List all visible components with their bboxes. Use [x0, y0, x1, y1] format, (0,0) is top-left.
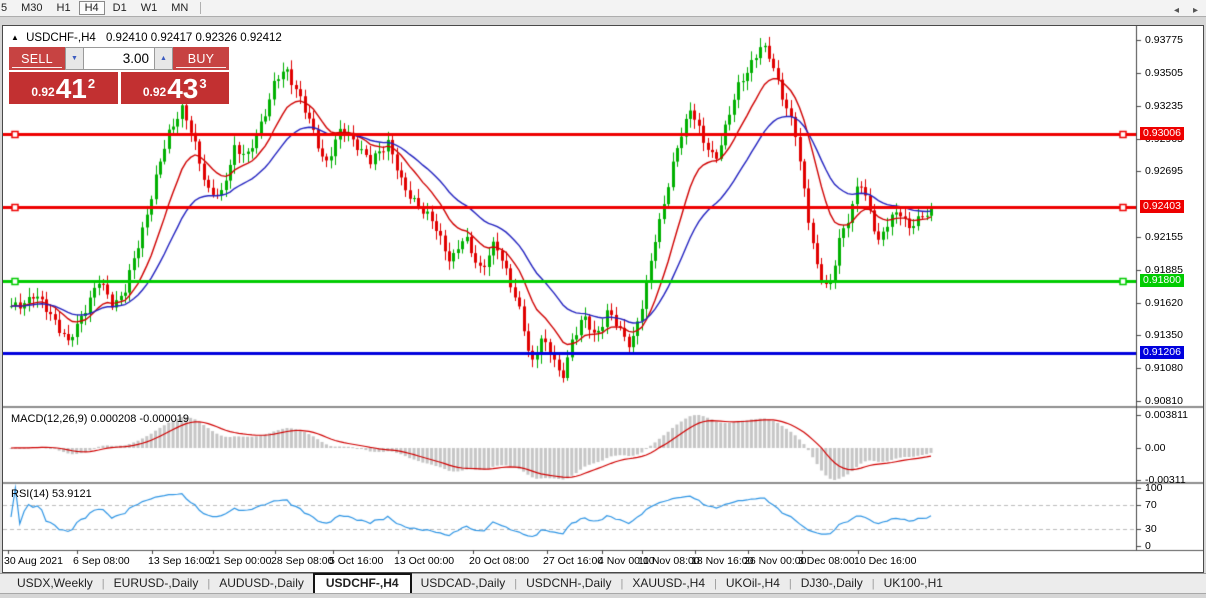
- time-axis-label: 21 Sep 00:00: [209, 555, 272, 567]
- toolbar-separator: [200, 2, 202, 14]
- time-axis-label: 30 Aug 2021: [4, 555, 63, 567]
- rsi-axis-label: 30: [1145, 522, 1157, 535]
- chart-tab-ukoil-h4[interactable]: UKOil-,H4: [717, 574, 789, 593]
- volume-down-icon: ▼: [71, 55, 78, 62]
- timeframe-button-w1[interactable]: W1: [135, 1, 164, 15]
- chart-tab-audusd-daily[interactable]: AUDUSD-,Daily: [210, 574, 313, 593]
- sell-price-sup: 2: [87, 76, 96, 91]
- rsi-indicator-label: RSI(14) 53.9121: [11, 488, 92, 500]
- time-axis-label: 28 Sep 08:00: [271, 555, 334, 567]
- sell-button[interactable]: SELL: [9, 47, 65, 70]
- chart-ohlc-values: 0.92410 0.92417 0.92326 0.92412: [105, 32, 282, 44]
- price-axis-label: 0.93505: [1145, 66, 1183, 79]
- price-axis-label: 0.91350: [1145, 329, 1183, 342]
- price-line-badge: 0.93006: [1140, 126, 1184, 140]
- macd-indicator-label: MACD(12,26,9) 0.000208 -0.000019: [11, 413, 189, 425]
- timeframe-button-5[interactable]: 5: [0, 1, 13, 15]
- one-click-trade-panel: SELL ▼ 3.00 ▲ BUY 0.92 41 2 0.92 43 3: [9, 47, 229, 104]
- timeframe-button-h4[interactable]: H4: [78, 1, 105, 15]
- price-line-badge: 0.91206: [1140, 346, 1184, 360]
- rsi-axis-label: 0: [1145, 540, 1151, 552]
- chart-canvas[interactable]: [3, 26, 1203, 572]
- macd-axis-label: 0.003811: [1145, 409, 1189, 421]
- chart-tab-usdx-weekly[interactable]: USDX,Weekly: [8, 574, 102, 593]
- time-axis-label: 20 Oct 08:00: [469, 555, 530, 567]
- buy-price-display[interactable]: 0.92 43 3: [120, 72, 229, 104]
- timeframe-button-h1[interactable]: H1: [51, 1, 77, 15]
- chart-tab-usdchf-h4[interactable]: USDCHF-,H4: [312, 573, 412, 593]
- chart-header: ▲ USDCHF-,H4 0.92410 0.92417 0.92326 0.9…: [11, 32, 282, 44]
- chart-tab-eurusd-daily[interactable]: EURUSD-,Daily: [105, 574, 208, 593]
- time-axis: 30 Aug 2021 6 Sep 08:00 13 Sep 16:00 21 Sep…: [3, 550, 1136, 572]
- rsi-axis-label: 70: [1145, 499, 1157, 512]
- tab-scroll-right-icon[interactable]: ▸: [1193, 5, 1198, 16]
- price-line-badge: 0.91800: [1140, 273, 1184, 287]
- buy-price-prefix: 0.92: [142, 85, 167, 99]
- time-axis-label: 3 Dec 08:00: [798, 555, 855, 567]
- chart-symbol-title: USDCHF-,H4: [26, 32, 96, 44]
- time-axis-label: 10 Dec 16:00: [854, 555, 917, 567]
- volume-up-icon: ▲: [160, 55, 167, 62]
- buy-button[interactable]: BUY: [173, 47, 229, 70]
- sell-price-prefix: 0.92: [31, 85, 55, 99]
- price-axis-label: 0.91080: [1145, 362, 1183, 375]
- chart-tab-usdcad-daily[interactable]: USDCAD-,Daily: [412, 574, 515, 593]
- trading-platform-window: 5 M30 H1 H4 D1 W1 MN ▲ USDCHF-,H4 0.92410 0.92…: [0, 0, 1206, 598]
- chart-tab-bar: USDX,Weekly | EURUSD-,Daily | AUDUSD-,Daily U…: [0, 573, 1206, 594]
- chart-tab-xauusd-h4[interactable]: XAUUSD-,H4: [623, 574, 714, 593]
- volume-increase-button[interactable]: ▲: [154, 47, 173, 70]
- time-axis-label: 27 Oct 16:00: [543, 555, 604, 567]
- sell-price-main: 41: [55, 73, 87, 104]
- timeframe-button-d1[interactable]: D1: [107, 1, 133, 15]
- chart-tab-usdcnh-daily[interactable]: USDCNH-,Daily: [517, 574, 620, 593]
- buy-price-sup: 3: [199, 76, 207, 91]
- chart-tab-uk100-h1[interactable]: UK100-,H1: [875, 574, 952, 593]
- price-axis-label: 0.93235: [1145, 99, 1183, 112]
- price-axis-label: 0.92695: [1145, 165, 1183, 178]
- rsi-axis-label: 100: [1145, 482, 1163, 494]
- time-axis-label: 13 Sep 16:00: [148, 555, 211, 567]
- price-axis-label: 0.90810: [1145, 395, 1183, 408]
- timeframe-button-m30[interactable]: M30: [15, 1, 48, 15]
- price-line-badge: 0.92403: [1140, 200, 1184, 214]
- collapse-icon[interactable]: ▲: [11, 33, 19, 42]
- tab-scroll-controls: ◂ ▸: [1174, 5, 1198, 16]
- buy-price-main: 43: [167, 73, 199, 104]
- time-axis-label: 13 Oct 00:00: [394, 555, 455, 567]
- chart-window: ▲ USDCHF-,H4 0.92410 0.92417 0.92326 0.9…: [2, 25, 1204, 573]
- price-axis-label: 0.93775: [1145, 33, 1183, 46]
- price-axis-label: 0.91620: [1145, 296, 1183, 309]
- time-axis-label: 6 Sep 08:00: [73, 555, 130, 567]
- time-axis-label: 5 Oct 16:00: [329, 555, 384, 567]
- chart-tab-dj30-daily[interactable]: DJ30-,Daily: [792, 574, 872, 593]
- timeframe-toolbar: 5 M30 H1 H4 D1 W1 MN: [0, 0, 1206, 17]
- volume-input[interactable]: 3.00: [84, 47, 154, 70]
- price-axis: 0.937750.935050.932350.929650.926950.921…: [1139, 26, 1203, 572]
- macd-axis-label: 0.00: [1145, 442, 1166, 454]
- timeframe-button-mn[interactable]: MN: [165, 1, 194, 15]
- sell-price-display[interactable]: 0.92 41 2: [9, 72, 118, 104]
- price-axis-label: 0.92155: [1145, 231, 1183, 244]
- tab-scroll-left-icon[interactable]: ◂: [1174, 5, 1179, 16]
- volume-decrease-button[interactable]: ▼: [65, 47, 84, 70]
